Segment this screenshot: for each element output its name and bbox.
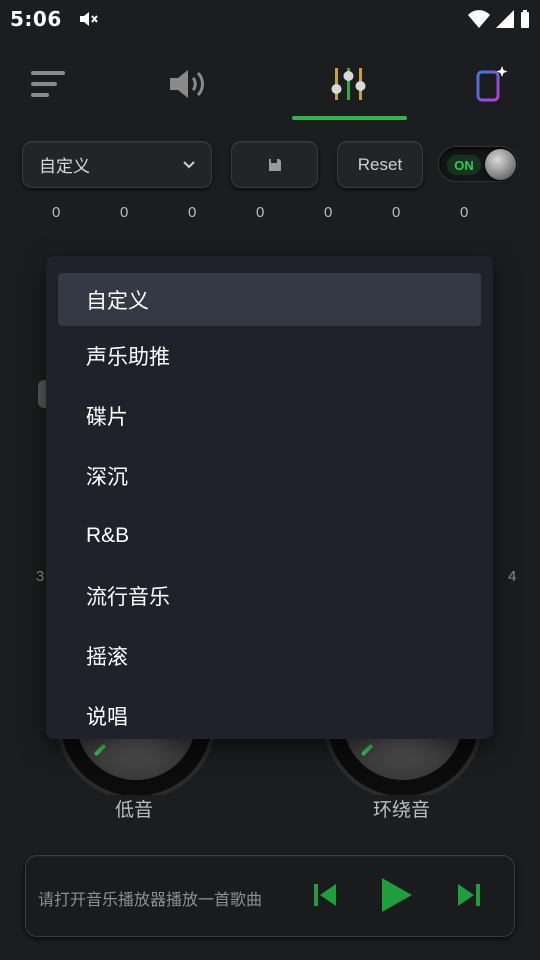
battery-icon <box>521 10 529 28</box>
signal-icon <box>496 10 514 28</box>
wifi-icon <box>468 10 490 28</box>
toggle-knob <box>485 149 516 180</box>
eq-value: 0 <box>52 204 61 221</box>
dropdown-item[interactable]: 声乐助推 <box>46 326 493 386</box>
eq-value: 0 <box>120 204 129 221</box>
surround-knob-label: 环绕音 <box>373 799 431 821</box>
nav-menu-button[interactable] <box>20 56 76 112</box>
dropdown-item[interactable]: 碟片 <box>46 386 493 446</box>
dropdown-item[interactable]: R&B <box>46 506 493 566</box>
list-menu-icon <box>31 71 65 97</box>
dropdown-item[interactable]: 流行音乐 <box>46 566 493 626</box>
preset-select-value: 自定义 <box>39 157 90 177</box>
top-navigation <box>0 50 540 122</box>
mini-player: 请打开音乐播放器播放一首歌曲 <box>25 855 515 937</box>
status-time: 5:06 <box>10 7 62 31</box>
preset-dropdown-menu: 自定义 声乐助推 碟片 深沉 R&B 流行音乐 摇滚 说唱 <box>46 256 493 739</box>
sound-muted-icon <box>79 12 98 26</box>
eq-value: 0 <box>188 204 197 221</box>
skip-previous-icon <box>314 884 336 906</box>
eq-value: 0 <box>256 204 265 221</box>
toggle-on-label: ON <box>447 155 481 175</box>
active-tab-indicator <box>292 116 407 120</box>
preset-controls: 自定义 Reset ON <box>0 140 540 190</box>
eq-band-values: 0 0 0 0 0 0 0 <box>0 204 540 224</box>
nav-device-button[interactable] <box>462 56 518 112</box>
floppy-disk-icon <box>268 158 281 171</box>
eq-value: 0 <box>460 204 469 221</box>
chevron-down-icon <box>183 160 195 168</box>
reset-button[interactable]: Reset <box>337 141 423 188</box>
eq-value: 0 <box>324 204 333 221</box>
dropdown-item[interactable]: 深沉 <box>46 446 493 506</box>
eq-value: 0 <box>392 204 401 221</box>
skip-next-icon <box>458 884 480 906</box>
player-hint: 请打开音乐播放器播放一首歌曲 <box>38 890 263 909</box>
bg-label-right: 4 <box>508 568 517 585</box>
play-icon <box>382 878 412 912</box>
next-button[interactable] <box>456 880 482 914</box>
save-preset-button[interactable] <box>231 141 318 188</box>
equalizer-sliders-icon <box>331 68 366 100</box>
previous-button[interactable] <box>312 880 338 914</box>
dropdown-item[interactable]: 摇滚 <box>46 626 493 686</box>
preset-select[interactable]: 自定义 <box>22 141 212 188</box>
nav-volume-button[interactable] <box>160 56 216 112</box>
dropdown-item[interactable]: 说唱 <box>46 686 493 739</box>
speaker-icon <box>170 70 204 98</box>
play-button[interactable] <box>378 876 414 918</box>
dropdown-item[interactable]: 自定义 <box>58 273 481 326</box>
bass-knob-label: 低音 <box>115 799 154 821</box>
equalizer-toggle[interactable]: ON <box>438 146 518 182</box>
status-bar: 5:06 <box>0 0 540 38</box>
nav-equalizer-button[interactable] <box>321 56 377 112</box>
phone-sparkle-icon <box>476 66 508 102</box>
bg-label-left: 3 <box>36 568 45 585</box>
